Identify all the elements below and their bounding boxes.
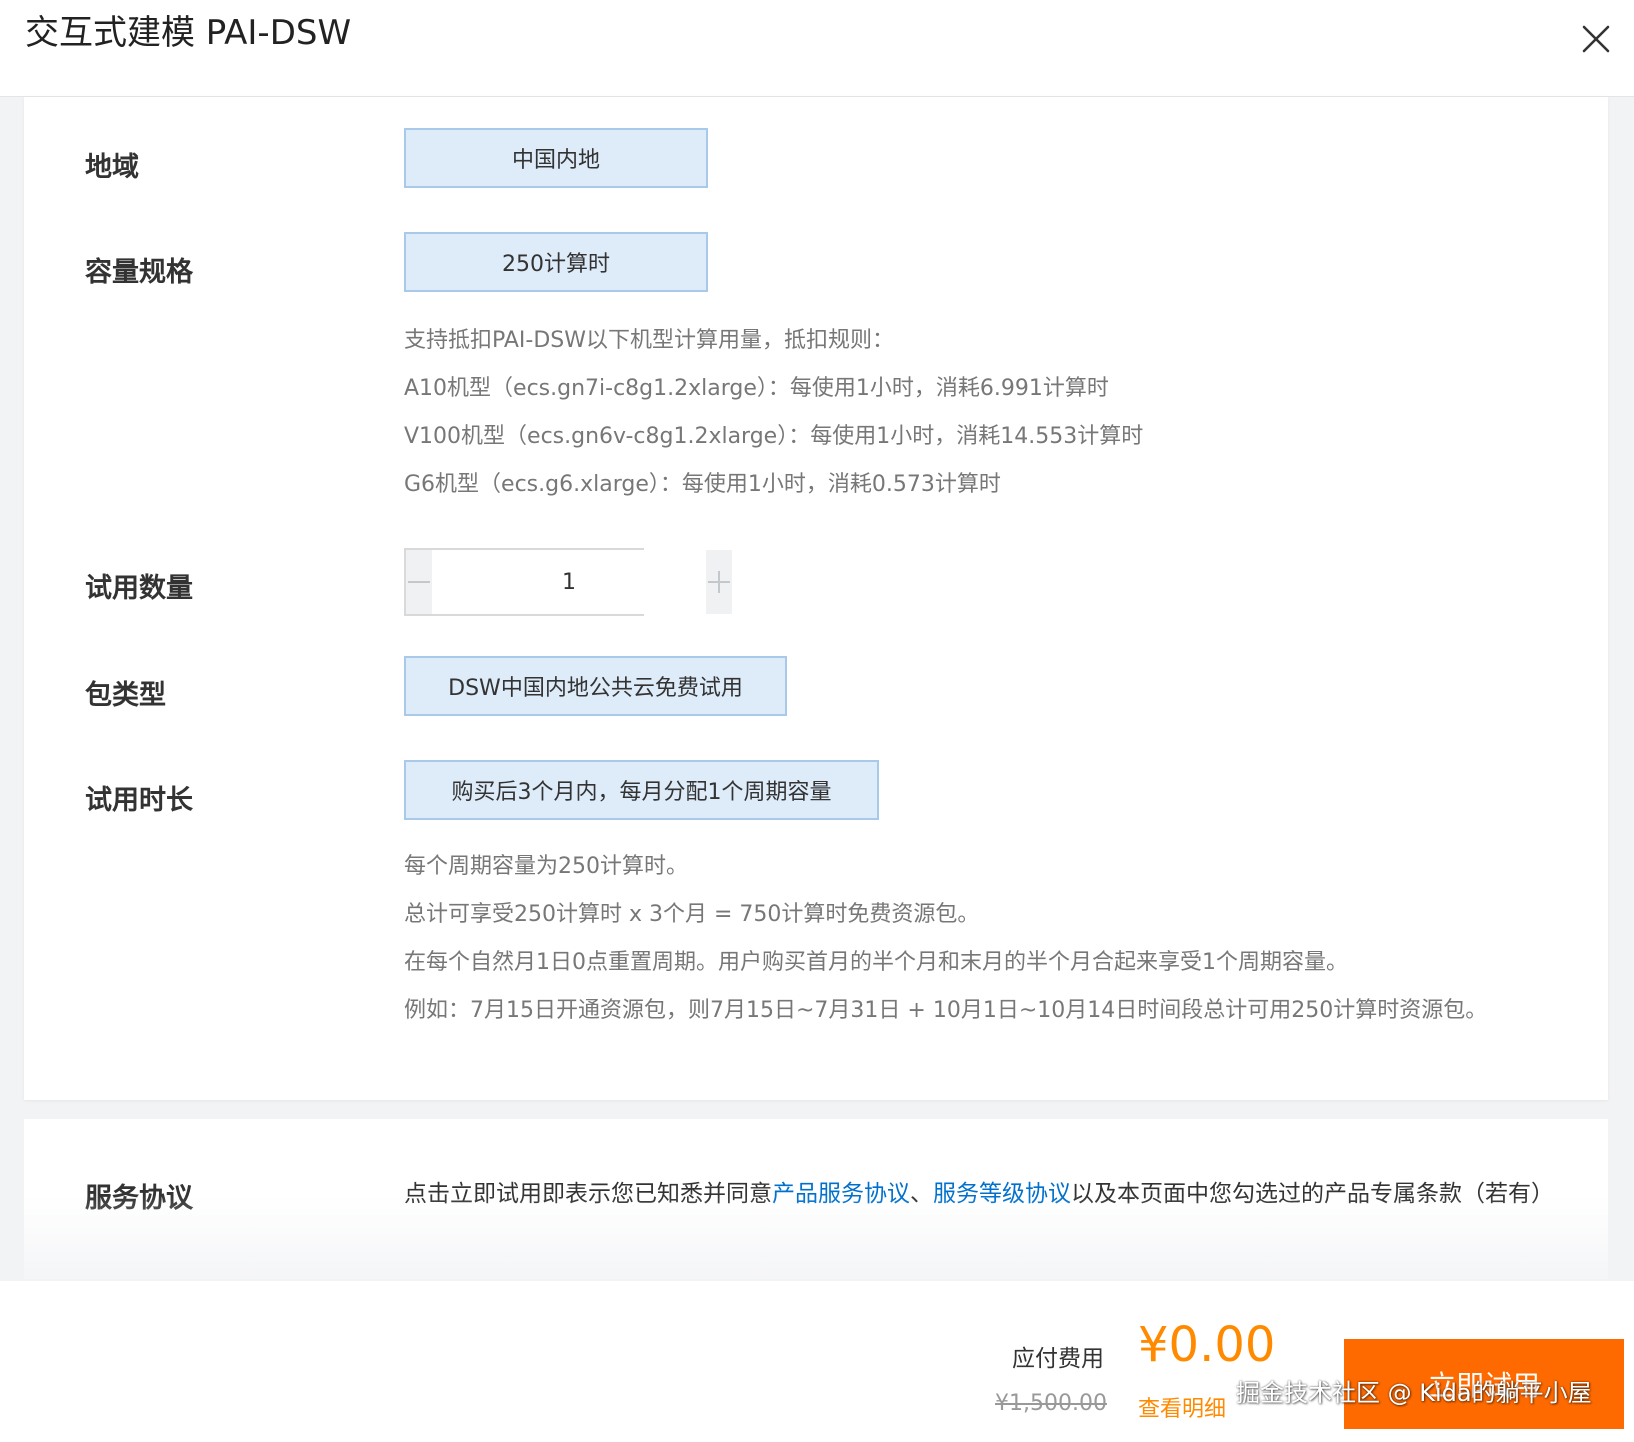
plus-icon [708, 571, 730, 593]
capacity-note: V100机型（ecs.gn6v-c8g1.2xlarge）：每使用1小时，消耗1… [404, 424, 1144, 449]
price: ¥0.00 [1138, 1317, 1276, 1373]
dialog-title: 交互式建模 PAI-DSW [25, 13, 352, 53]
agreement-label: 服务协议 [85, 1183, 193, 1214]
duration-label: 试用时长 [85, 785, 193, 816]
region-option[interactable]: 中国内地 [404, 128, 708, 188]
view-details-link[interactable]: 查看明细 [1138, 1391, 1226, 1423]
agreement-prefix: 点击立即试用即表示您已知悉并同意 [404, 1181, 772, 1207]
agreement-suffix: 以及本页面中您勾选过的产品专属条款（若有） [1071, 1181, 1554, 1207]
decrement-button[interactable] [406, 550, 432, 614]
close-icon [1582, 25, 1610, 53]
minus-icon [408, 581, 430, 583]
fee-label: 应付费用 [1012, 1346, 1104, 1372]
footer-bar: 应付费用 ¥0.00 ¥1,500.00 查看明细 立即试用 [0, 1281, 1634, 1442]
try-now-button[interactable]: 立即试用 [1344, 1339, 1624, 1429]
duration-note: 总计可享受250计算时 x 3个月 = 750计算时免费资源包。 [404, 902, 980, 927]
region-label: 地域 [85, 152, 139, 183]
product-service-agreement-link[interactable]: 产品服务协议 [772, 1181, 910, 1207]
duration-option[interactable]: 购买后3个月内，每月分配1个周期容量 [404, 760, 879, 820]
capacity-option[interactable]: 250计算时 [404, 232, 708, 292]
duration-note: 每个周期容量为250计算时。 [404, 854, 688, 879]
capacity-label: 容量规格 [85, 257, 193, 288]
package-type-option[interactable]: DSW中国内地公共云免费试用 [404, 656, 787, 716]
original-price: ¥1,500.00 [995, 1391, 1107, 1416]
duration-note: 在每个自然月1日0点重置周期。用户购买首月的半个月和末月的半个月合起来享受1个周… [404, 950, 1348, 975]
agreement-text: 点击立即试用即表示您已知悉并同意产品服务协议、服务等级协议以及本页面中您勾选过的… [404, 1171, 1554, 1217]
capacity-note: G6机型（ecs.g6.xlarge）：每使用1小时，消耗0.573计算时 [404, 472, 1001, 497]
increment-button[interactable] [706, 550, 732, 614]
capacity-note: A10机型（ecs.gn7i-c8g1.2xlarge）：每使用1小时，消耗6.… [404, 376, 1109, 401]
agreement-separator: 、 [910, 1181, 933, 1207]
quantity-label: 试用数量 [85, 573, 193, 604]
dialog-header: 交互式建模 PAI-DSW [0, 0, 1634, 97]
capacity-note: 支持抵扣PAI-DSW以下机型计算用量，抵扣规则： [404, 328, 894, 353]
close-button[interactable] [1575, 18, 1617, 60]
quantity-stepper [404, 548, 732, 616]
duration-note: 例如：7月15日开通资源包，则7月15日~7月31日 + 10月1日~10月14… [404, 998, 1488, 1023]
package-type-label: 包类型 [85, 680, 166, 711]
quantity-input[interactable] [432, 550, 706, 614]
service-level-agreement-link[interactable]: 服务等级协议 [933, 1181, 1071, 1207]
